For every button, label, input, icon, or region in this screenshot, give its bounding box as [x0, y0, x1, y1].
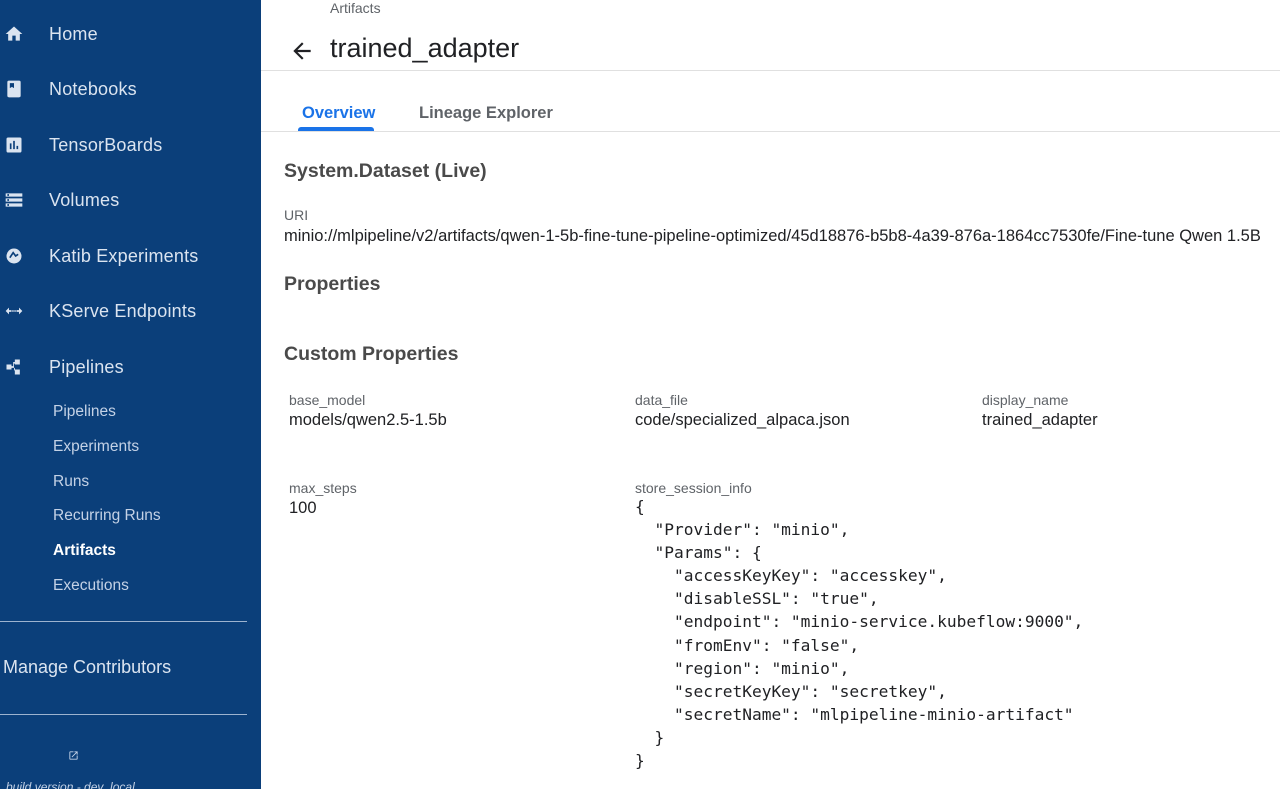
- sidebar-item-katib-experiments[interactable]: Katib Experiments: [0, 234, 261, 278]
- artifact-type-title: System.Dataset (Live): [284, 160, 487, 182]
- sidebar-item-pipelines[interactable]: Pipelines: [0, 345, 261, 389]
- build-version: build version - dev_local: [6, 780, 135, 789]
- experiment-icon: [3, 245, 25, 267]
- endpoint-arrows-icon: [3, 300, 25, 322]
- notebook-icon: [3, 78, 25, 100]
- store-session-info-label: store_session_info: [635, 480, 752, 496]
- sidebar-item-label: KServe Endpoints: [49, 300, 197, 321]
- max-steps-value: 100: [289, 499, 317, 517]
- custom-properties-title: Custom Properties: [284, 343, 459, 365]
- back-button[interactable]: [289, 38, 315, 64]
- display-name-value: trained_adapter: [982, 411, 1098, 429]
- max-steps-label: max_steps: [289, 480, 357, 496]
- sidebar-item-volumes[interactable]: Volumes: [0, 178, 261, 222]
- sidebar-subitem-recurring-runs[interactable]: Recurring Runs: [53, 507, 161, 525]
- sidebar-item-notebooks[interactable]: Notebooks: [0, 67, 261, 111]
- sidebar-item-label: Volumes: [49, 189, 120, 210]
- home-icon: [3, 23, 25, 45]
- pipeline-icon: [3, 356, 25, 378]
- tabs-divider: [261, 131, 1280, 132]
- sidebar-item-kserve-endpoints[interactable]: KServe Endpoints: [0, 289, 261, 333]
- sidebar-item-label: TensorBoards: [49, 134, 163, 155]
- uri-value: minio://mlpipeline/v2/artifacts/qwen-1-5…: [284, 227, 1261, 245]
- arrow-back-icon: [293, 42, 311, 60]
- sidebar: Home Notebooks TensorBoards Volumes Kati…: [0, 0, 261, 789]
- store-session-info-value: { "Provider": "minio", "Params": { "acce…: [635, 497, 1084, 771]
- page-title: trained_adapter: [330, 33, 520, 63]
- sidebar-item-label: Notebooks: [49, 78, 137, 99]
- bar-chart-icon: [3, 134, 25, 156]
- header-divider: [261, 70, 1280, 71]
- tab-lineage-explorer[interactable]: Lineage Explorer: [419, 104, 553, 123]
- sidebar-item-tensorboards[interactable]: TensorBoards: [0, 123, 261, 167]
- data-file-label: data_file: [635, 392, 688, 408]
- sidebar-divider: [0, 621, 247, 622]
- base-model-value: models/qwen2.5-1.5b: [289, 411, 447, 429]
- sidebar-item-label: Pipelines: [49, 356, 124, 377]
- storage-icon: [3, 189, 25, 211]
- sidebar-subitem-pipelines[interactable]: Pipelines: [53, 403, 116, 421]
- external-link-icon[interactable]: [68, 748, 79, 766]
- sidebar-divider: [0, 714, 247, 715]
- sidebar-subitem-runs[interactable]: Runs: [53, 473, 89, 491]
- sidebar-item-label: Home: [49, 23, 98, 44]
- sidebar-subitem-executions[interactable]: Executions: [53, 577, 129, 595]
- data-file-value: code/specialized_alpaca.json: [635, 411, 850, 429]
- base-model-label: base_model: [289, 392, 366, 408]
- sidebar-subitem-artifacts[interactable]: Artifacts: [53, 542, 116, 560]
- sidebar-item-label: Katib Experiments: [49, 245, 199, 266]
- main-content: Artifacts trained_adapter Overview Linea…: [261, 0, 1280, 789]
- properties-title: Properties: [284, 273, 381, 295]
- breadcrumb[interactable]: Artifacts: [330, 0, 381, 16]
- tab-overview[interactable]: Overview: [302, 104, 375, 123]
- sidebar-item-home[interactable]: Home: [0, 12, 261, 56]
- sidebar-subitem-experiments[interactable]: Experiments: [53, 438, 139, 456]
- manage-contributors-link[interactable]: Manage Contributors: [3, 657, 171, 678]
- uri-label: URI: [284, 207, 309, 223]
- display-name-label: display_name: [982, 392, 1069, 408]
